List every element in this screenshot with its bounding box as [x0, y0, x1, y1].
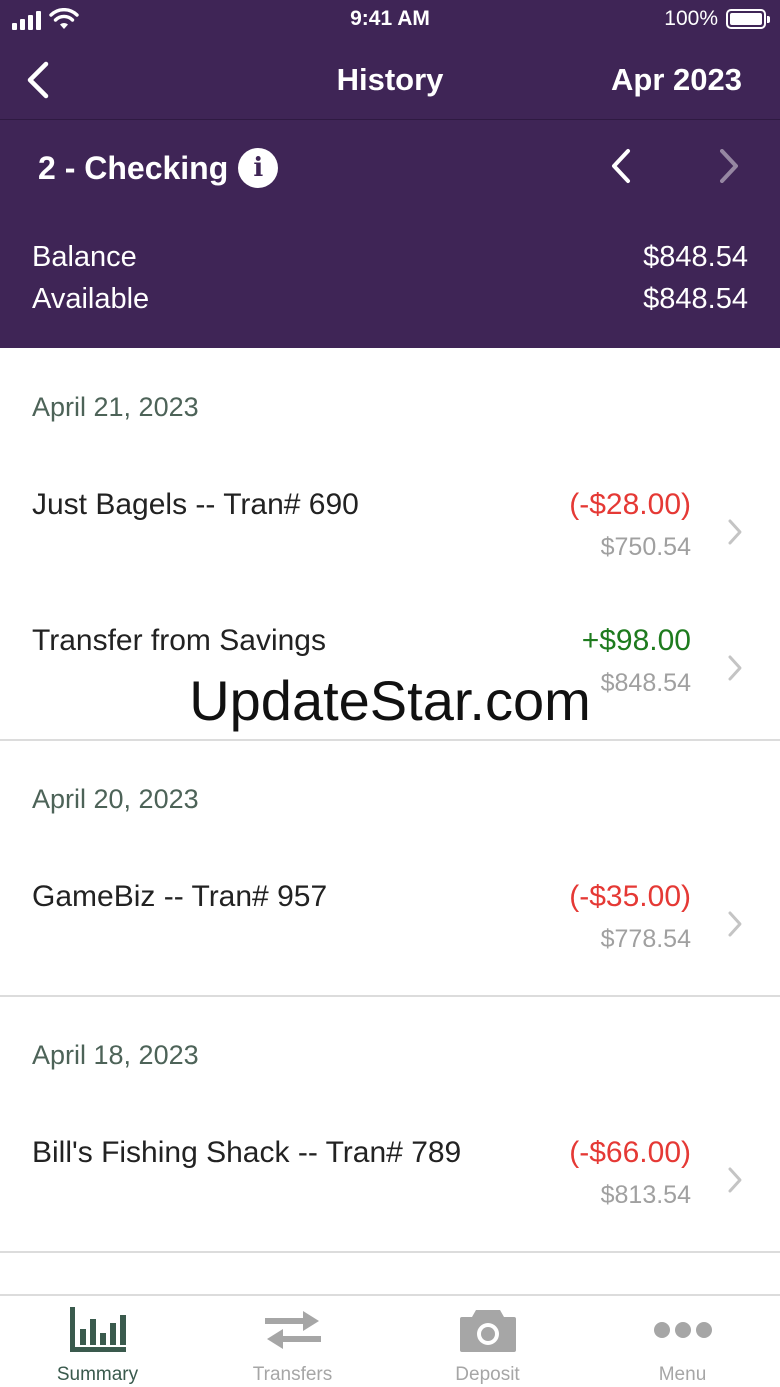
tab-bar: Summary Transfers Deposit Menu [0, 1294, 780, 1387]
battery-status: 100% [664, 7, 770, 31]
transaction-description: Just Bagels -- Tran# 690 [32, 488, 359, 521]
tab-label: Transfers [252, 1364, 333, 1385]
tab-label: Summary [56, 1364, 139, 1385]
status-time: 9:41 AM [350, 7, 430, 30]
transaction-running-balance: $750.54 [600, 533, 691, 561]
transaction-list[interactable]: April 21, 2023 Just Bagels -- Tran# 690 … [0, 348, 780, 1294]
balance-row: Balance $848.54 [32, 241, 748, 274]
transaction-running-balance: $813.54 [600, 1181, 691, 1209]
available-row: Available $848.54 [32, 283, 748, 316]
transaction-row[interactable]: Bill's Fishing Shack -- Tran# 789 (-$66.… [0, 1114, 780, 1224]
camera-icon [458, 1306, 518, 1354]
transaction-description: Bill's Fishing Shack -- Tran# 789 [32, 1136, 462, 1169]
divider [0, 1251, 780, 1253]
divider [0, 739, 780, 741]
more-dots-icon [653, 1306, 713, 1354]
nav-bar: History Apr 2023 [0, 40, 780, 120]
battery-icon [726, 9, 770, 29]
transaction-description: Transfer from Savings [32, 624, 326, 657]
tab-deposit[interactable]: Deposit [390, 1296, 585, 1387]
next-account-chevron-icon [720, 149, 738, 183]
date-header: April 18, 2023 [32, 1040, 199, 1070]
chevron-right-icon [728, 1167, 742, 1193]
chevron-right-icon [728, 519, 742, 545]
divider [0, 995, 780, 997]
status-bar: 9:41 AM 100% [0, 0, 780, 40]
tab-label: Menu [658, 1364, 707, 1385]
transfer-arrows-icon [263, 1306, 323, 1354]
transaction-amount: (-$35.00) [569, 880, 691, 913]
month-selector[interactable]: Apr 2023 [611, 62, 742, 98]
account-name-label: 2 - Checking [38, 149, 229, 186]
transaction-row[interactable]: GameBiz -- Tran# 957 (-$35.00) $778.54 [0, 858, 780, 968]
previous-account-chevron-icon[interactable] [606, 147, 636, 185]
date-header: April 20, 2023 [32, 784, 199, 814]
transaction-amount: (-$28.00) [569, 488, 691, 521]
transaction-running-balance: $778.54 [600, 925, 691, 953]
chevron-right-icon [728, 911, 742, 937]
tab-transfers[interactable]: Transfers [195, 1296, 390, 1387]
header: 9:41 AM 100% History Apr 2023 2 - Checki… [0, 0, 780, 348]
transaction-running-balance: $848.54 [600, 669, 691, 697]
chevron-right-icon [728, 655, 742, 681]
tab-menu[interactable]: Menu [585, 1296, 780, 1387]
account-name[interactable]: 2 - Checking i [38, 148, 279, 188]
available-label: Available [32, 283, 150, 315]
transaction-row[interactable]: Transfer from Savings +$98.00 $848.54 [0, 602, 780, 712]
transaction-description: GameBiz -- Tran# 957 [32, 880, 328, 913]
account-selector: 2 - Checking i [0, 121, 780, 211]
balance-value: $848.54 [643, 241, 748, 273]
available-value: $848.54 [643, 283, 748, 315]
battery-percent: 100% [664, 7, 718, 30]
tab-label: Deposit [455, 1364, 520, 1385]
transaction-amount: (-$66.00) [569, 1136, 691, 1169]
balance-label: Balance [32, 241, 137, 273]
date-header: April 21, 2023 [32, 392, 199, 422]
info-icon[interactable]: i [238, 148, 279, 188]
transaction-row[interactable]: Just Bagels -- Tran# 690 (-$28.00) $750.… [0, 466, 780, 576]
bar-chart-icon [68, 1306, 128, 1354]
back-chevron-icon[interactable] [20, 58, 56, 102]
transaction-amount: +$98.00 [581, 624, 691, 657]
tab-summary[interactable]: Summary [0, 1296, 195, 1387]
